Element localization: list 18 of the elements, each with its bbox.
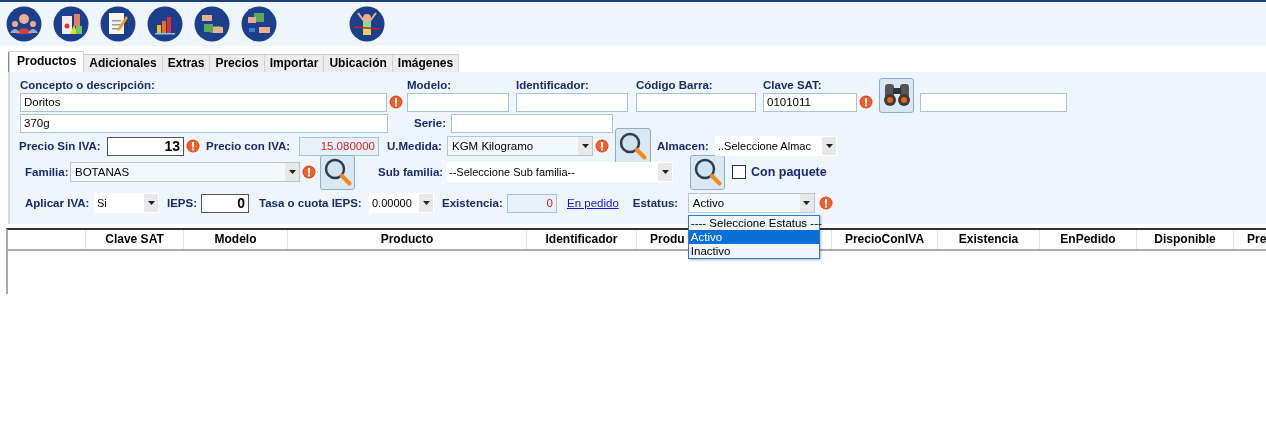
field-label: Precio con IVA: [206,140,292,152]
field-label: Estatus: [632,197,680,209]
field-label: Concepto o descripción: [20,78,156,92]
field-label: Clave SAT: [763,78,823,92]
field-label: Código Barra: [636,78,714,92]
field-label: Modelo: [407,78,453,92]
field-label: IEPS: [167,197,199,209]
field-label: Sub familia: [378,166,445,178]
field-label: Con paquete [751,165,827,179]
field-label: Existencia: [442,197,504,209]
field-label: Aplicar IVA: [25,197,91,209]
field-label: Precio Sin IVA: [19,140,102,152]
field-label: U.Medida: [387,140,443,152]
field-label: Almacen: [657,140,710,152]
field-label: Identificador: [516,78,590,92]
field-label: Serie: [414,117,447,129]
field-label: Familia: [25,166,70,178]
field-label: Tasa o cuota IEPS: [259,197,363,209]
